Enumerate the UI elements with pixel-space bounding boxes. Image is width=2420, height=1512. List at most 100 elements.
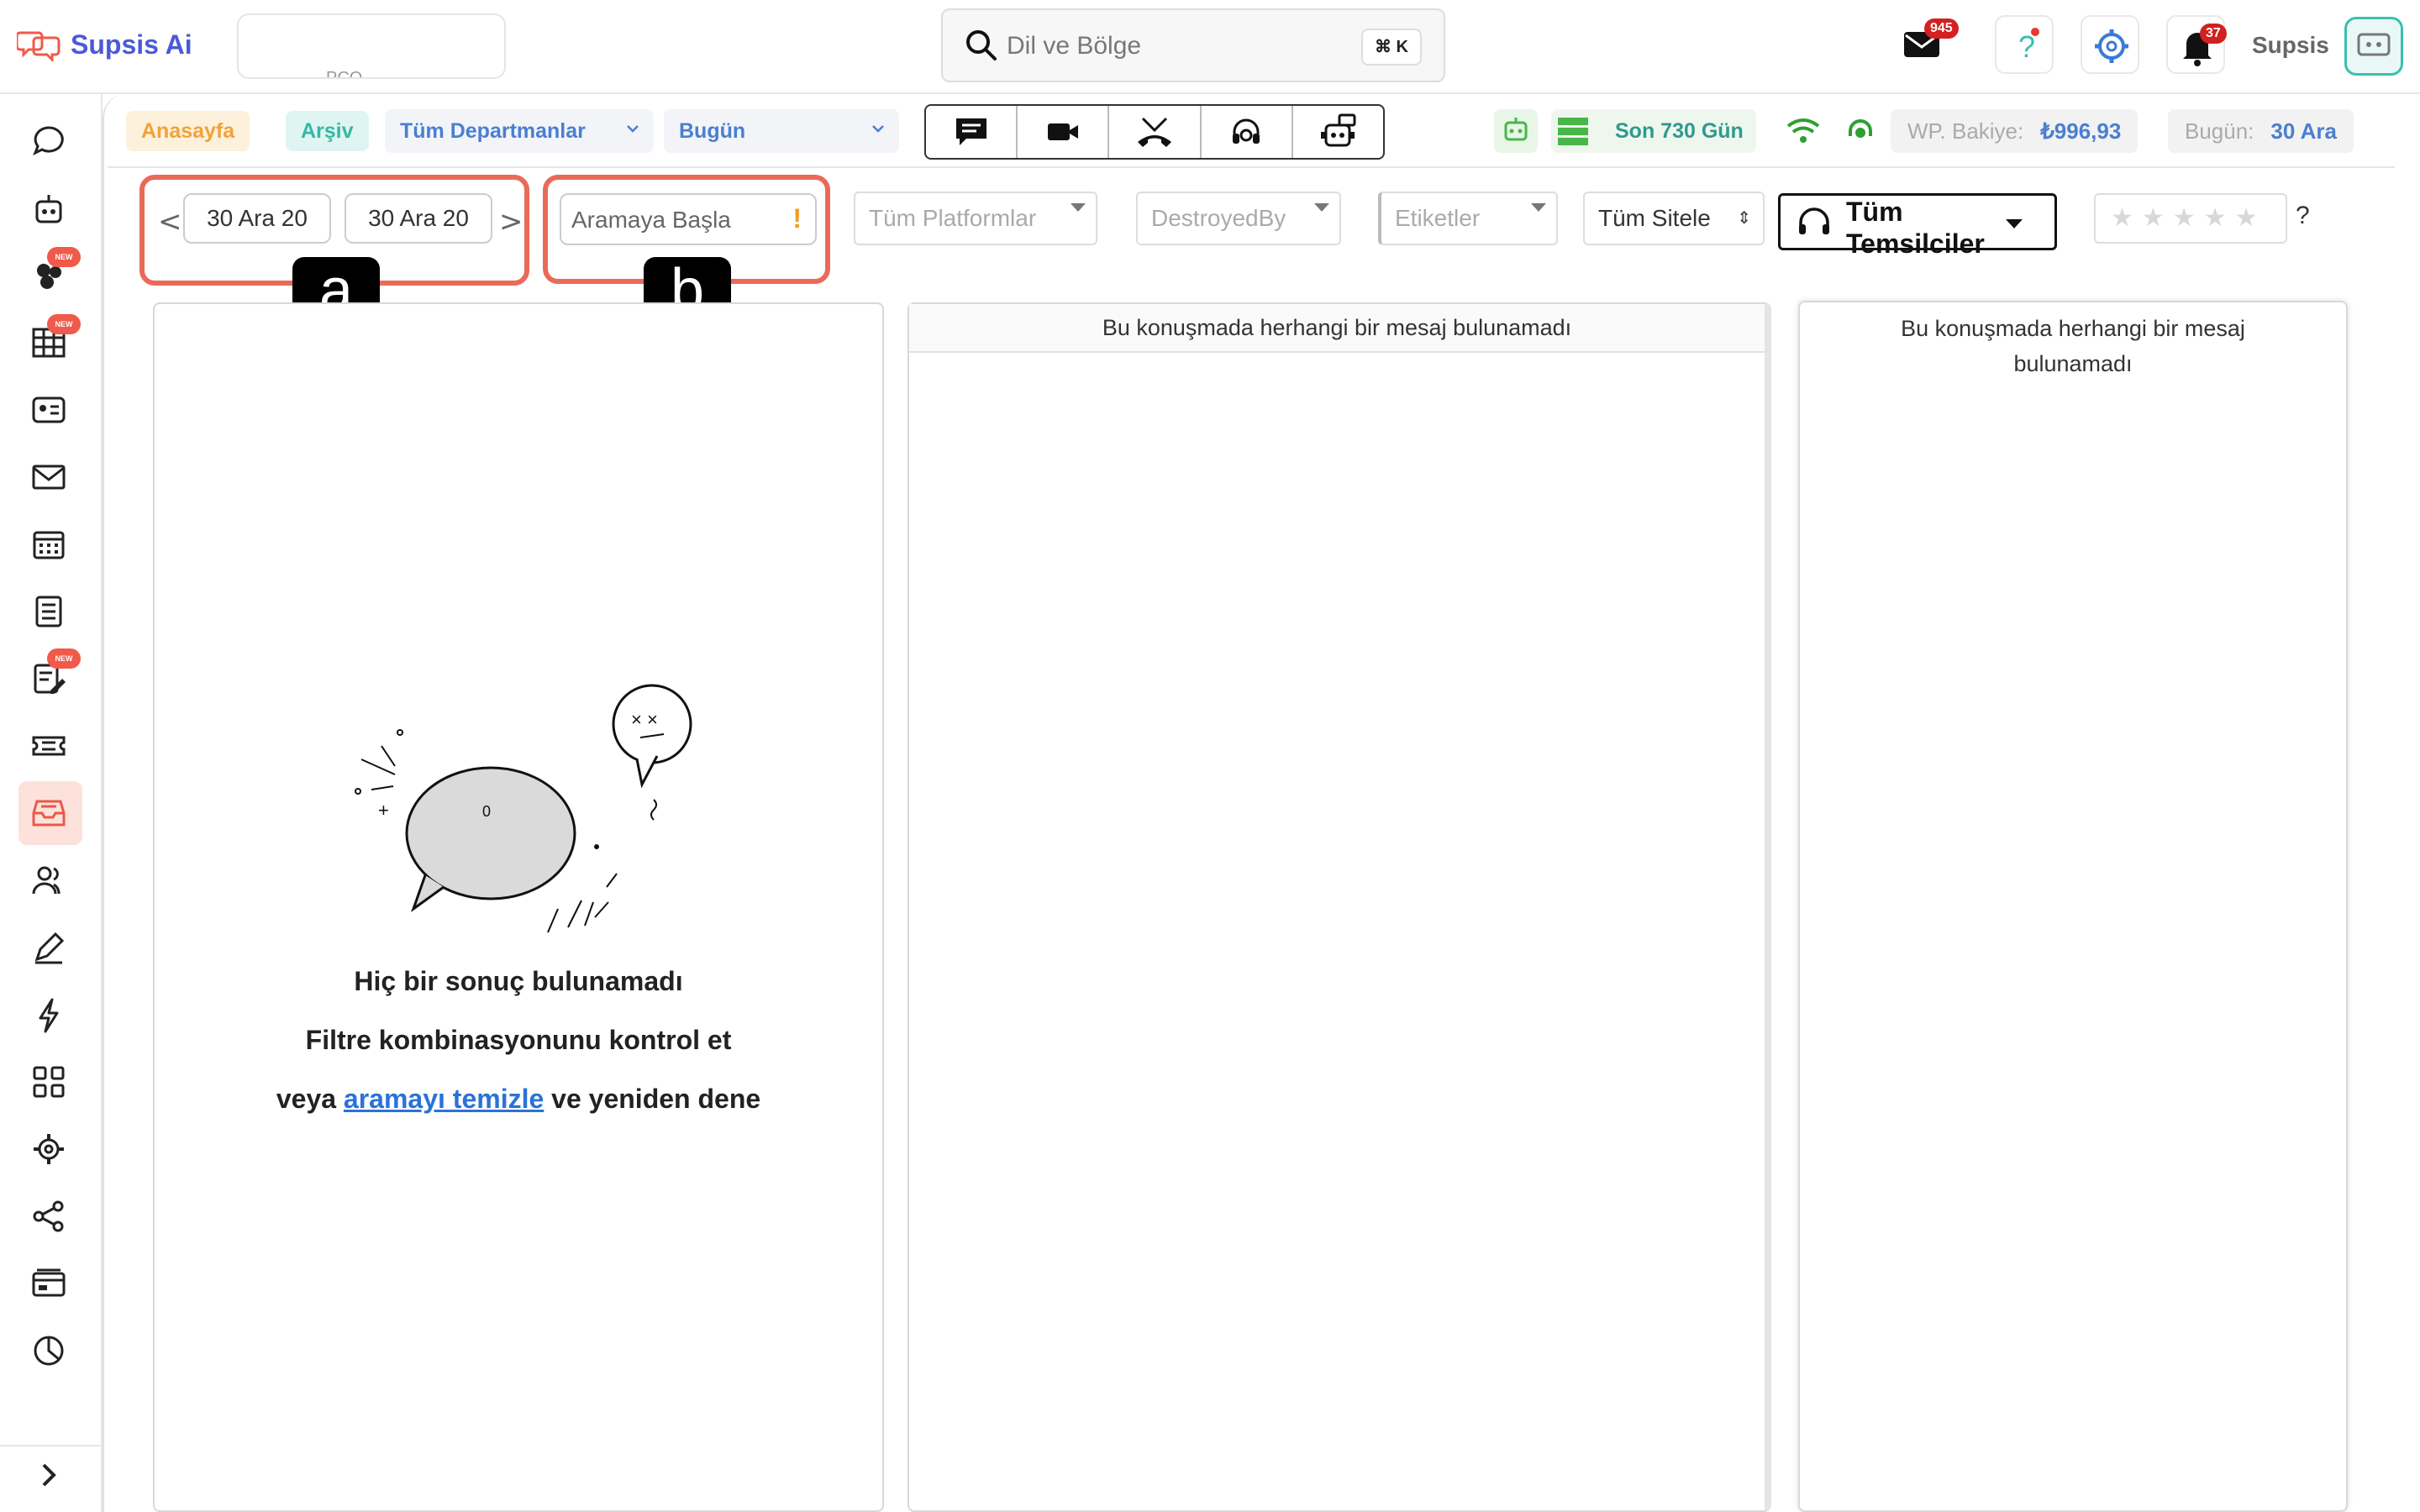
channel-missed-call[interactable] [1109, 106, 1202, 158]
mail-button[interactable]: 945 [1902, 18, 1959, 64]
conversation-list-panel: 0 × × + Hiç bir sonuç bulunamadı Filtre … [153, 302, 884, 1512]
share-icon[interactable] [30, 1198, 67, 1235]
settings-gear-icon[interactable] [30, 1131, 67, 1168]
sort-icon: ⇕ [1737, 209, 1751, 228]
prev-date-arrow[interactable]: < [158, 205, 182, 239]
contact-card-icon[interactable] [30, 391, 67, 428]
global-search[interactable]: Dil ve Bölge ⌘ K [941, 8, 1445, 82]
chat-bubble-icon[interactable] [30, 123, 67, 160]
top-bar: Supsis Ai PCO Dil ve Bölge ⌘ K 945 ? 37 … [0, 0, 2420, 94]
pie-chart-icon[interactable] [30, 1332, 67, 1369]
home-chip[interactable]: Anasayfa [126, 111, 250, 151]
channel-bot[interactable] [1293, 106, 1383, 158]
avatar[interactable] [2344, 17, 2403, 76]
lightning-icon[interactable] [30, 996, 67, 1033]
search-placeholder: Dil ve Bölge [1007, 32, 1142, 60]
missed-call-icon [1138, 117, 1171, 147]
conversation-search-placeholder: Aramaya Başla [571, 207, 731, 233]
notifications-badge: 37 [2200, 24, 2227, 44]
agents-select[interactable]: Tüm Temsilciler [1778, 193, 2057, 259]
logo-icon [17, 31, 60, 61]
svg-text:+: + [378, 800, 389, 821]
conversation-search-input[interactable]: Aramaya Başla ! [560, 193, 817, 245]
new-badge: NEW [47, 314, 81, 334]
help-button[interactable]: ? [1995, 15, 2054, 74]
channel-chat[interactable] [926, 106, 1018, 158]
channel-video[interactable] [1018, 106, 1110, 158]
workspace-selector[interactable]: PCO [237, 13, 506, 79]
logo-text: Supsis Ai [71, 29, 192, 60]
chevron-down-icon [627, 125, 639, 133]
empty-hint-suffix: ve yeniden dene [551, 1084, 761, 1114]
workspace-label: PCO [326, 69, 363, 79]
today-display: Bugün: 30 Ara [2168, 109, 2354, 153]
help-icon: ? [2018, 28, 2039, 64]
wp-balance: WP. Bakiye: ₺996,93 [1891, 109, 2139, 153]
platforms-select[interactable]: Tüm Platformlar [854, 192, 1097, 245]
message-panel: Bu konuşmada herhangi bir mesaj bulunama… [908, 302, 1771, 1512]
headset-icon [1233, 118, 1260, 144]
settings-button[interactable] [2081, 15, 2139, 74]
archive-inbox-icon[interactable] [30, 795, 67, 832]
mail-icon[interactable] [30, 459, 67, 496]
empty-hint-2: veya aramayı temizle ve yeniden dene [155, 1084, 882, 1115]
apps-grid-icon[interactable] [30, 1063, 67, 1100]
ticket-icon[interactable] [30, 727, 67, 764]
search-shortcut: ⌘ K [1361, 29, 1422, 66]
message-panel-header: Bu konuşmada herhangi bir mesaj bulunama… [909, 304, 1765, 353]
sidebar-divider [0, 1445, 101, 1446]
users-icon[interactable] [30, 862, 67, 899]
bot-status[interactable] [1494, 109, 1538, 153]
wp-balance-label: WP. Bakiye: [1907, 118, 2024, 144]
destroyed-by-value: DestroyedBy [1151, 205, 1286, 231]
period-value: Bugün [679, 119, 746, 143]
today-label: Bugün: [2185, 118, 2254, 144]
app-logo[interactable]: Supsis Ai [17, 24, 192, 66]
agent-online-icon[interactable] [1845, 116, 1876, 146]
chevron-down-icon [872, 125, 884, 133]
rating-filter[interactable]: ★★★★★ [2094, 193, 2287, 244]
billing-icon[interactable] [30, 1265, 67, 1302]
chat-icon [955, 118, 986, 145]
calendar-icon[interactable] [30, 526, 67, 563]
next-date-arrow[interactable]: > [499, 205, 523, 239]
bot-icon[interactable] [30, 190, 67, 227]
caret-down-icon [2006, 219, 2023, 228]
chevron-right-icon[interactable] [30, 1457, 67, 1494]
date-to-button[interactable]: 30 Ara 20 [345, 193, 492, 244]
range-selector[interactable]: Son 730 Gün [1551, 109, 1756, 153]
new-badge: NEW [47, 648, 81, 669]
sites-value: Tüm Sitele [1598, 205, 1711, 231]
tags-select[interactable]: Etiketler [1378, 192, 1558, 245]
details-panel: Bu konuşmada herhangi bir mesaj bulunama… [1798, 301, 2348, 1512]
headset-icon [1799, 207, 1829, 234]
destroyed-by-select[interactable]: DestroyedBy [1136, 192, 1341, 245]
dropdown-arrow-icon [1531, 203, 1546, 212]
list-icon[interactable] [30, 593, 67, 630]
svg-text:× ×: × × [631, 709, 658, 730]
wifi-icon[interactable] [1785, 116, 1822, 146]
rating-help[interactable]: ? [2296, 202, 2310, 230]
departments-select[interactable]: Tüm Departmanlar [385, 109, 654, 153]
pen-icon[interactable] [30, 929, 67, 966]
tags-value: Etiketler [1395, 205, 1481, 231]
dropdown-arrow-icon [1314, 203, 1329, 212]
sites-select[interactable]: Tüm Sitele ⇕ [1583, 192, 1765, 245]
toolbar-divider [108, 166, 2395, 168]
search-icon [966, 30, 997, 60]
details-panel-header: Bu konuşmada herhangi bir mesaj bulunama… [1901, 316, 2245, 376]
archive-chip[interactable]: Arşiv [286, 111, 369, 151]
robot-icon [1504, 118, 1528, 141]
period-select[interactable]: Bugün [664, 109, 899, 153]
user-name[interactable]: Supsis [2252, 32, 2329, 59]
clear-search-link[interactable]: aramayı temizle [344, 1084, 544, 1114]
avatar-icon [2357, 33, 2391, 56]
video-camera-icon [1047, 123, 1078, 140]
bot-icon [1321, 113, 1356, 147]
date-from-button[interactable]: 30 Ara 20 [183, 193, 331, 244]
channel-support[interactable] [1202, 106, 1293, 158]
gear-icon [2095, 29, 2128, 63]
range-label: Son 730 Gün [1615, 119, 1744, 143]
notifications-button[interactable]: 37 [2166, 15, 2227, 74]
departments-value: Tüm Departmanlar [400, 119, 586, 143]
